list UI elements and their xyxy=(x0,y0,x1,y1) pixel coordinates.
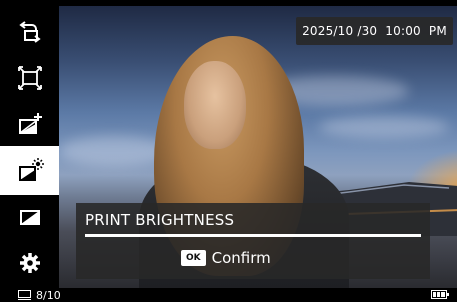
add-frame-button[interactable] xyxy=(0,99,59,148)
ok-key-badge: OK xyxy=(181,250,206,266)
rotate-button[interactable] xyxy=(0,7,59,56)
brightness-button[interactable] xyxy=(0,146,59,195)
settings-gear-icon xyxy=(19,252,40,273)
settings-button[interactable] xyxy=(0,238,59,287)
image-counter-text: 8/10 xyxy=(36,288,61,302)
filter-icon xyxy=(19,209,40,225)
confirm-button[interactable]: OK Confirm xyxy=(181,249,271,267)
printer-screen: 2025/10 /30 10:00 PM PRINT BRIGHTNESS OK… xyxy=(0,0,457,302)
image-counter: 8/10 xyxy=(18,288,61,302)
sidebar xyxy=(0,0,59,288)
status-bar: 8/10 xyxy=(0,288,457,302)
person-face xyxy=(184,61,246,149)
date-time-badge: 2025/10 /30 10:00 PM xyxy=(296,17,453,45)
filter-button[interactable] xyxy=(0,192,59,241)
brightness-icon xyxy=(18,157,44,181)
brightness-slider-track[interactable] xyxy=(85,234,421,237)
dialog-title: PRINT BRIGHTNESS xyxy=(85,211,235,229)
add-frame-icon xyxy=(18,112,42,134)
crop-icon xyxy=(17,65,42,90)
confirm-label: Confirm xyxy=(211,249,271,267)
rotate-icon xyxy=(18,20,41,43)
crop-button[interactable] xyxy=(0,53,59,102)
print-brightness-dialog: PRINT BRIGHTNESS OK Confirm xyxy=(76,203,430,279)
display-icon xyxy=(18,290,31,300)
date-time-text: 2025/10 /30 10:00 PM xyxy=(302,24,447,38)
battery-icon xyxy=(431,290,449,299)
